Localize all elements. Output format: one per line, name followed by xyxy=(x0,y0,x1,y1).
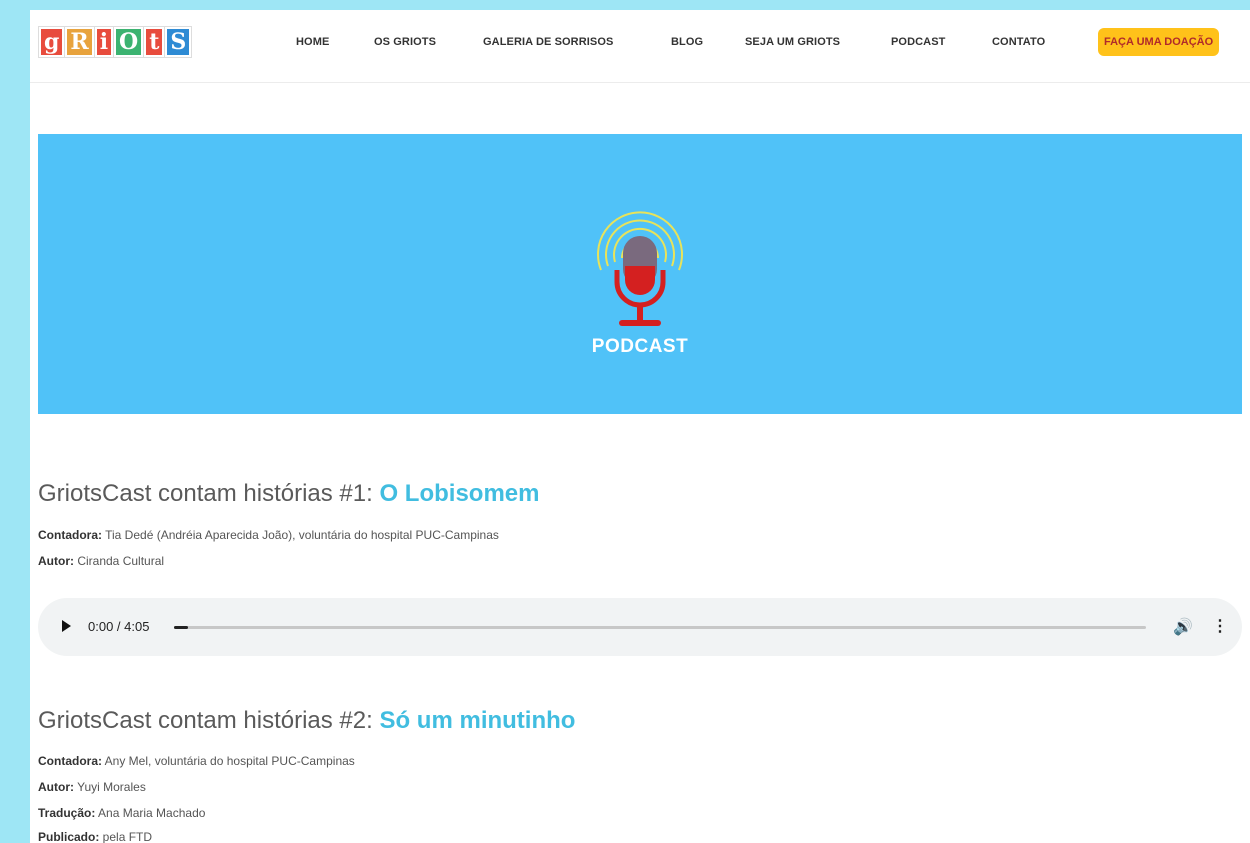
meta-label: Autor: xyxy=(38,554,74,568)
more-options-icon[interactable]: ⋮ xyxy=(1212,616,1228,636)
nav-contato[interactable]: CONTATO xyxy=(992,36,1045,48)
microphone-icon xyxy=(597,211,683,326)
volume-icon[interactable]: 🔊 xyxy=(1173,617,1193,637)
banner-label: PODCAST xyxy=(591,336,689,357)
progress-fill xyxy=(174,626,188,629)
meta-value: Any Mel, voluntária do hospital PUC-Camp… xyxy=(102,754,355,768)
meta-value: Yuyi Morales xyxy=(74,780,146,794)
episode-1-meta-autor: Autor: Ciranda Cultural xyxy=(38,554,164,568)
nav-galeria-de-sorrisos[interactable]: GALERIA DE SORRISOS xyxy=(483,36,613,48)
nav-podcast[interactable]: PODCAST xyxy=(891,36,945,48)
page: g R i O t S HOME OS GRIOTS GALERIA DE SO… xyxy=(30,10,1250,843)
episode-2-meta-traducao: Tradução: Ana Maria Machado xyxy=(38,806,205,820)
meta-value: Ana Maria Machado xyxy=(95,806,206,820)
audio-player[interactable]: 0:00 / 4:05 🔊 ⋮ xyxy=(38,598,1242,656)
nav-blog[interactable]: BLOG xyxy=(671,36,703,48)
site-header: g R i O t S HOME OS GRIOTS GALERIA DE SO… xyxy=(30,10,1250,83)
progress-track[interactable] xyxy=(174,626,1146,629)
podcast-banner: PODCAST xyxy=(38,134,1242,414)
episode-1-meta-contadora: Contadora: Tia Dedé (Andréia Aparecida J… xyxy=(38,528,499,542)
episode-1-title: GriotsCast contam histórias #1: O Lobiso… xyxy=(38,480,540,508)
meta-label: Publicado: xyxy=(38,830,100,843)
meta-label: Autor: xyxy=(38,780,74,794)
meta-label: Tradução: xyxy=(38,806,96,820)
nav-os-griots[interactable]: OS GRIOTS xyxy=(374,36,436,48)
episode-2-meta-publicado: Publicado: pela FTD xyxy=(38,830,152,843)
nav-seja-um-griots[interactable]: SEJA UM GRIOTS xyxy=(745,36,840,48)
episode-title-prefix: GriotsCast contam histórias #1: xyxy=(38,480,380,507)
episode-title-prefix: GriotsCast contam histórias #2: xyxy=(38,707,380,734)
meta-value: pela FTD xyxy=(99,830,153,843)
episode-title-highlight: O Lobisomem xyxy=(379,480,540,507)
play-icon[interactable] xyxy=(62,620,71,632)
donate-button[interactable]: FAÇA UMA DOAÇÃO xyxy=(1098,28,1220,56)
main-nav: HOME OS GRIOTS GALERIA DE SORRISOS BLOG … xyxy=(30,36,1250,56)
episode-title-highlight: Só um minutinho xyxy=(379,707,576,734)
meta-label: Contadora: xyxy=(38,528,102,542)
nav-home[interactable]: HOME xyxy=(296,36,329,48)
player-time: 0:00 / 4:05 xyxy=(88,619,150,634)
meta-value: Tia Dedé (Andréia Aparecida João), volun… xyxy=(102,528,499,542)
meta-label: Contadora: xyxy=(38,754,102,768)
episode-2-meta-contadora: Contadora: Any Mel, voluntária do hospit… xyxy=(38,754,355,768)
meta-value: Ciranda Cultural xyxy=(74,554,165,568)
episode-2-meta-autor: Autor: Yuyi Morales xyxy=(38,780,146,794)
episode-2-title: GriotsCast contam histórias #2: Só um mi… xyxy=(38,707,575,735)
